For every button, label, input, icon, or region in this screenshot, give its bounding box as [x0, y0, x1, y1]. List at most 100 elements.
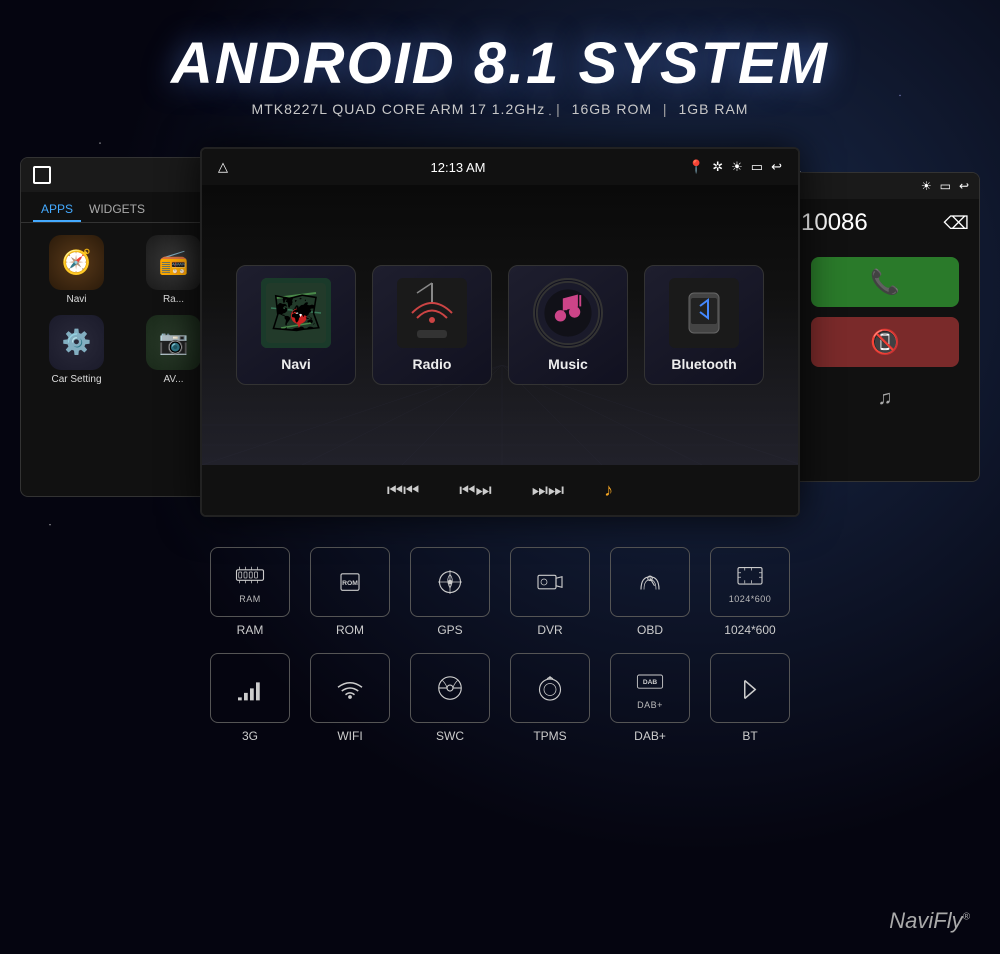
dab-label: DAB+	[634, 729, 666, 743]
apps-grid: 🧭 Navi 📻 Ra... ⚙️ Car Setting 📷 AV...	[21, 223, 229, 397]
navi-icon: 🧭	[49, 235, 104, 290]
av-icon: 📷	[146, 315, 201, 370]
features-row-1: RAM RAM ROM ROM	[150, 547, 850, 637]
swc-label: SWC	[436, 729, 464, 743]
feature-rom: ROM ROM	[310, 547, 390, 637]
phone-accept-icon: 📞	[870, 268, 900, 297]
brightness-icon-right: ☀	[921, 179, 932, 193]
brightness-icon: ☀	[731, 159, 743, 175]
bt-icon	[735, 673, 765, 703]
left-screen-header	[21, 158, 229, 192]
navi-label: Navi	[66, 294, 86, 305]
media-controls: ⏮⏮ ⏮⏭ ⏭⏭ ♪	[202, 465, 798, 515]
radio-tile-label: Radio	[413, 356, 452, 372]
status-bar: △ 12:13 AM 📍 ✲ ☀ ▭ ↩	[202, 149, 798, 185]
wifi-icon	[335, 673, 365, 703]
navi-tile-icon	[261, 278, 331, 348]
phone-number-text: 10086	[801, 209, 868, 237]
tile-bluetooth[interactable]: Bluetooth	[644, 265, 764, 385]
battery-icon: ▭	[751, 159, 763, 175]
music-icon-right: ♫	[878, 387, 893, 410]
dab-icon: DAB	[635, 666, 665, 696]
ram-icon	[235, 560, 265, 590]
back-icon: ↩	[771, 159, 782, 175]
play-pause-button[interactable]: ⏮⏭	[459, 480, 491, 501]
brand-name: NaviFly	[889, 908, 962, 933]
feature-dab: DAB DAB+ DAB+	[610, 653, 690, 743]
radio-label: Ra...	[163, 294, 184, 305]
tab-apps[interactable]: APPS	[33, 198, 81, 222]
back-icon-right: ↩	[959, 179, 969, 193]
music-tile-icon	[533, 278, 603, 348]
phone-number-display: 10086 ⌫	[791, 199, 979, 247]
obd-label: OBD	[637, 623, 663, 637]
bt-box	[710, 653, 790, 723]
obd-box	[610, 547, 690, 617]
feature-dvr: DVR	[510, 547, 590, 637]
status-right: 📍 ✲ ☀ ▭ ↩	[688, 159, 782, 175]
phone-decline-icon: 📵	[870, 328, 900, 357]
feature-resolution: 1024*600 1024*600	[710, 547, 790, 637]
features-row-2: 3G WIFI	[150, 653, 850, 743]
ram-label: RAM	[237, 623, 264, 637]
brand-trademark: ®	[963, 912, 970, 923]
location-icon: 📍	[688, 159, 704, 175]
tabs-row: APPS WIDGETS	[21, 192, 229, 223]
dvr-box	[510, 547, 590, 617]
app-car-setting[interactable]: ⚙️ Car Setting	[33, 315, 120, 385]
status-left: △	[218, 159, 228, 175]
3g-icon	[235, 673, 265, 703]
wifi-box	[310, 653, 390, 723]
music-tile-label: Music	[548, 356, 588, 372]
feature-obd: OBD	[610, 547, 690, 637]
resolution-icon	[735, 560, 765, 590]
tile-navi[interactable]: Navi	[236, 265, 356, 385]
resolution-box: 1024*600	[710, 547, 790, 617]
home-icon[interactable]	[33, 166, 51, 184]
header-section: ANDROID 8.1 SYSTEM MTK8227L QUAD CORE AR…	[171, 0, 829, 117]
tpms-icon	[535, 673, 565, 703]
gps-box	[410, 547, 490, 617]
tile-radio[interactable]: Radio	[372, 265, 492, 385]
feature-3g: 3G	[210, 653, 290, 743]
av-label: AV...	[163, 374, 183, 385]
backspace-icon[interactable]: ⌫	[944, 213, 969, 234]
tile-music[interactable]: Music	[508, 265, 628, 385]
accept-call-button[interactable]: 📞	[811, 257, 959, 307]
right-screen-header: ☀ ▭ ↩	[791, 173, 979, 199]
sub-title: MTK8227L QUAD CORE ARM 17 1.2GHz | 16GB …	[171, 101, 829, 117]
feature-ram: RAM RAM	[210, 547, 290, 637]
bluetooth-tile-icon	[669, 278, 739, 348]
brand-section: NaviFly®	[889, 908, 970, 934]
feature-gps: GPS	[410, 547, 490, 637]
next-button[interactable]: ⏭⏭	[532, 480, 564, 501]
status-time: 12:13 AM	[431, 160, 486, 175]
dvr-label: DVR	[537, 623, 562, 637]
dab-plus-sub: DAB+	[637, 700, 663, 710]
music-note-right: ♫	[791, 377, 979, 420]
settings-icon: ⚙️	[49, 315, 104, 370]
gps-icon	[435, 567, 465, 597]
decline-call-button[interactable]: 📵	[811, 317, 959, 367]
tab-widgets[interactable]: WIDGETS	[81, 198, 153, 222]
feature-wifi: WIFI	[310, 653, 390, 743]
left-screen: APPS WIDGETS 🧭 Navi 📻 Ra... ⚙️ Car Setti…	[20, 157, 230, 497]
ram-box: RAM	[210, 547, 290, 617]
right-screen: ☀ ▭ ↩ 10086 ⌫ 📞 📵 ♫	[790, 172, 980, 482]
music-note-icon: ♪	[604, 480, 613, 501]
swc-box	[410, 653, 490, 723]
features-section: RAM RAM ROM ROM	[150, 547, 850, 759]
bluetooth-status-icon: ✲	[712, 159, 723, 175]
app-navi[interactable]: 🧭 Navi	[33, 235, 120, 305]
radio-tile-icon	[397, 278, 467, 348]
svg-text:DAB: DAB	[643, 679, 658, 686]
prev-button[interactable]: ⏮⏮	[387, 480, 419, 501]
tpms-box	[510, 653, 590, 723]
rom-box: ROM	[310, 547, 390, 617]
car-setting-label: Car Setting	[51, 374, 101, 385]
gps-label: GPS	[437, 623, 462, 637]
resolution-label: 1024*600	[724, 623, 775, 637]
swc-icon	[435, 673, 465, 703]
call-buttons-container: 📞 📵	[791, 247, 979, 377]
bluetooth-tile-label: Bluetooth	[671, 356, 736, 372]
